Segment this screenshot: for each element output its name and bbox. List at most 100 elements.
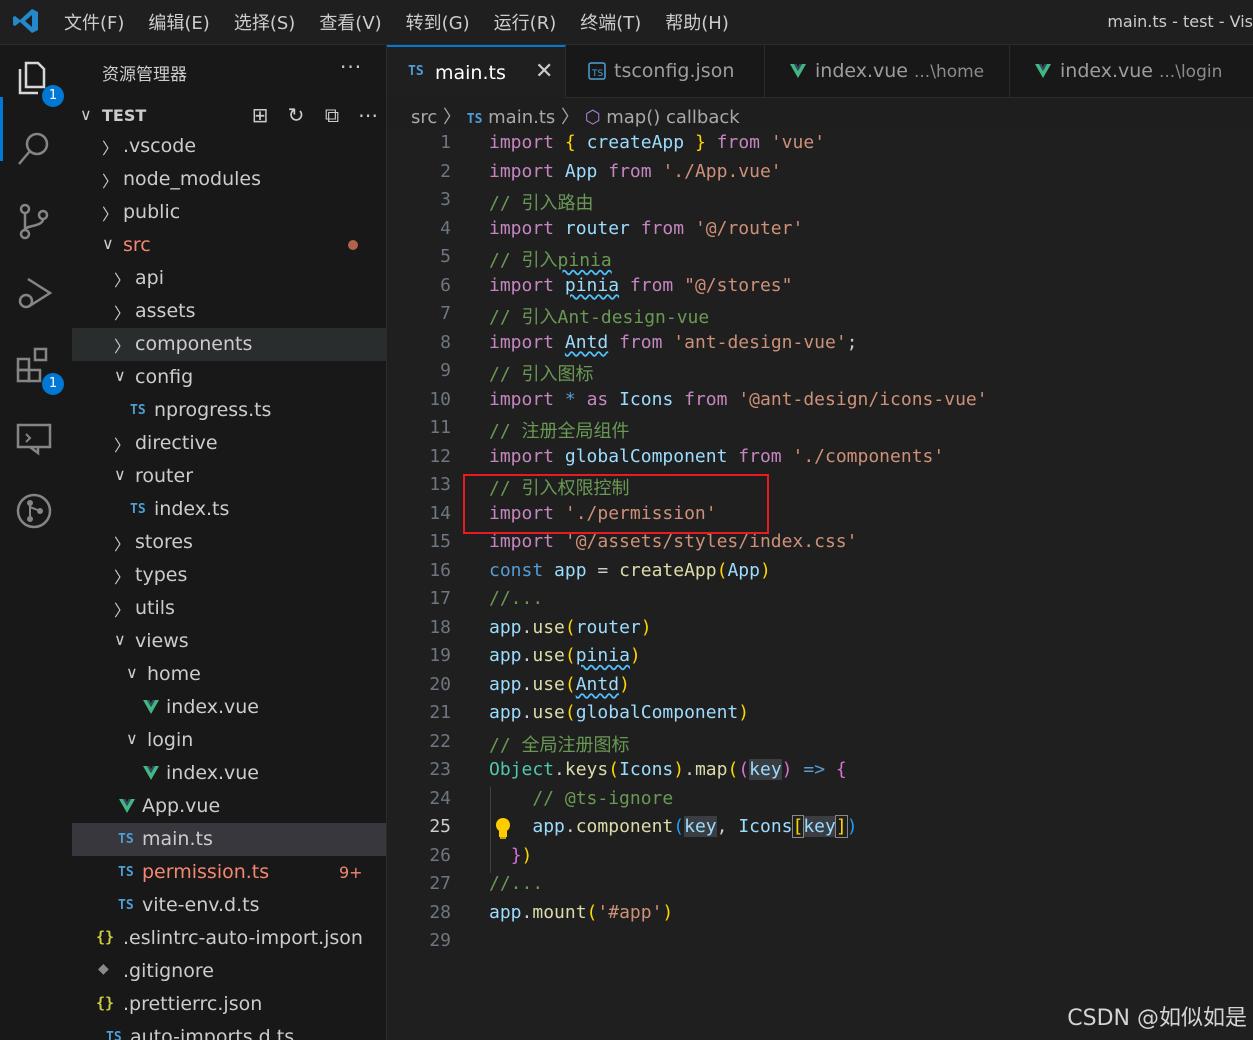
tree-folder[interactable]: 〉 api [72, 262, 386, 295]
vue-icon [143, 700, 159, 714]
menu-go[interactable]: 转到(G) [406, 9, 470, 35]
tree-item-label: public [123, 201, 181, 223]
explorer-badge: 1 [42, 85, 64, 107]
tree-folder[interactable]: 〉 assets [72, 295, 386, 328]
typescript-icon: TS [130, 403, 146, 418]
tree-folder[interactable]: 〉 types [72, 559, 386, 592]
tab-label: main.ts [435, 62, 506, 84]
tree-folder[interactable]: ∨ views [72, 625, 386, 658]
tree-folder[interactable]: ∨ src [72, 229, 386, 262]
tree-file[interactable]: App.vue [72, 790, 386, 823]
tree-file[interactable]: TS nprogress.ts [72, 394, 386, 427]
tree-file[interactable]: index.vue [72, 757, 386, 790]
chevron-right-icon: 〉 [114, 601, 131, 620]
tree-file[interactable]: TS main.ts [72, 823, 386, 856]
tree-file[interactable]: TS index.ts [72, 493, 386, 526]
code-line-5: 5// 引入pinia [440, 246, 612, 271]
tree-item-label: auto-imports.d.ts [130, 1026, 295, 1040]
code-line-2: 2 import App from './App.vue' [440, 160, 782, 182]
source-control-icon[interactable] [14, 201, 58, 245]
breadcrumb-src[interactable]: src [411, 107, 437, 128]
code-line-18: 18 app.use(router) [429, 616, 652, 638]
remote-icon[interactable] [14, 417, 58, 461]
chevron-right-icon: 〉 [102, 172, 119, 191]
tree-item-label: login [147, 729, 194, 751]
code-line-16: 16 const app = createApp(App) [429, 559, 771, 581]
breadcrumb-file[interactable]: main.ts [488, 107, 555, 128]
menu-selection[interactable]: 选择(S) [234, 9, 295, 35]
search-icon[interactable] [14, 129, 58, 173]
menu-edit[interactable]: 编辑(E) [148, 9, 209, 35]
tree-folder[interactable]: ∨ config [72, 361, 386, 394]
chevron-right-icon: 〉 [443, 107, 462, 128]
tree-item-label: index.vue [166, 762, 259, 784]
menu-view[interactable]: 查看(V) [319, 9, 381, 35]
workspace-section-header[interactable]: ∨ TEST ⊞ ↻ ⧉ ⋯ [78, 103, 378, 131]
tree-file[interactable]: index.vue [72, 691, 386, 724]
code-line-21: 21 app.use(globalComponent) [429, 702, 750, 723]
tree-file[interactable]: {} .eslintrc-auto-import.json [72, 922, 386, 955]
explorer-more-button[interactable]: ··· [340, 55, 362, 79]
tree-folder[interactable]: 〉 components [72, 328, 386, 361]
chevron-right-icon: 〉 [102, 205, 119, 224]
chevron-right-icon: 〉 [114, 568, 131, 587]
tree-file[interactable]: TS vite-env.d.ts [72, 889, 386, 922]
tsconfig-icon: TS [588, 62, 606, 80]
tree-folder[interactable]: 〉 utils [72, 592, 386, 625]
code-line-17: 17//... [429, 588, 544, 609]
json-icon: {} [96, 928, 115, 946]
tree-folder[interactable]: ∨ router [72, 460, 386, 493]
tree-file[interactable]: TS auto-imports.d.ts [72, 1021, 386, 1040]
tab-label: index.vue [815, 60, 908, 82]
code-editor[interactable]: 1 import { createApp } from 'vue' 2 import… [387, 130, 1253, 1040]
explorer-icon[interactable]: 1 [14, 57, 64, 107]
git-graph-icon[interactable] [14, 489, 58, 533]
chevron-down-icon: ∨ [114, 366, 126, 385]
tree-folder[interactable]: 〉 .vscode [72, 130, 386, 163]
tree-folder[interactable]: 〉 node_modules [72, 163, 386, 196]
tree-file[interactable]: TS permission.ts 9+ [72, 856, 386, 889]
tree-item-label: nprogress.ts [154, 399, 272, 421]
tree-item-label: main.ts [142, 828, 213, 850]
tree-item-label: .prettierrc.json [123, 993, 263, 1015]
typescript-icon: TS [130, 502, 146, 517]
collapse-all-icon[interactable]: ⧉ [314, 103, 350, 131]
close-icon[interactable]: ✕ [535, 59, 553, 84]
tree-file[interactable]: ◆ .gitignore [72, 955, 386, 988]
tree-folder[interactable]: 〉 stores [72, 526, 386, 559]
tree-item-label: api [135, 267, 164, 289]
json-icon: {} [96, 994, 115, 1012]
menu-run[interactable]: 运行(R) [494, 9, 557, 35]
refresh-icon[interactable]: ↻ [278, 103, 314, 131]
code-line-9: 9// 引入图标 [440, 360, 594, 385]
extensions-icon[interactable]: 1 [14, 345, 64, 395]
tab-home-index-vue[interactable]: index.vue ...\home [765, 45, 1010, 97]
new-file-icon[interactable]: ⊞ [242, 103, 278, 131]
tree-folder[interactable]: 〉 directive [72, 427, 386, 460]
run-debug-icon[interactable] [14, 273, 58, 317]
more-actions-icon[interactable]: ⋯ [350, 103, 386, 131]
git-file-icon: ◆ [98, 961, 109, 977]
tree-item-label: stores [135, 531, 193, 553]
typescript-icon: TS [466, 112, 483, 127]
menu-bar: 文件(F) 编辑(E) 选择(S) 查看(V) 转到(G) 运行(R) 终端(T… [64, 0, 753, 44]
tree-folder[interactable]: ∨ login [72, 724, 386, 757]
tree-folder[interactable]: 〉 public [72, 196, 386, 229]
code-line-11: 11// 注册全局组件 [429, 417, 630, 442]
typescript-icon: TS [408, 64, 424, 79]
lightbulb-icon[interactable] [492, 816, 514, 842]
chevron-down-icon: ∨ [126, 729, 138, 748]
menu-terminal[interactable]: 终端(T) [580, 9, 641, 35]
tab-main-ts[interactable]: TS main.ts ✕ [387, 45, 566, 98]
active-indicator [0, 97, 3, 161]
tree-item-label: utils [135, 597, 175, 619]
tab-tsconfig[interactable]: TS tsconfig.json [566, 45, 765, 97]
tree-item-label: index.vue [166, 696, 259, 718]
tree-folder[interactable]: ∨ home [72, 658, 386, 691]
menu-help[interactable]: 帮助(H) [665, 9, 729, 35]
tree-file[interactable]: {} .prettierrc.json [72, 988, 386, 1021]
breadcrumb-symbol[interactable]: map() callback [606, 107, 739, 128]
menu-file[interactable]: 文件(F) [64, 9, 124, 35]
tab-login-index-vue[interactable]: index.vue ...\login [1010, 45, 1253, 97]
code-line-20: 20 app.use(Antd) [429, 673, 630, 695]
